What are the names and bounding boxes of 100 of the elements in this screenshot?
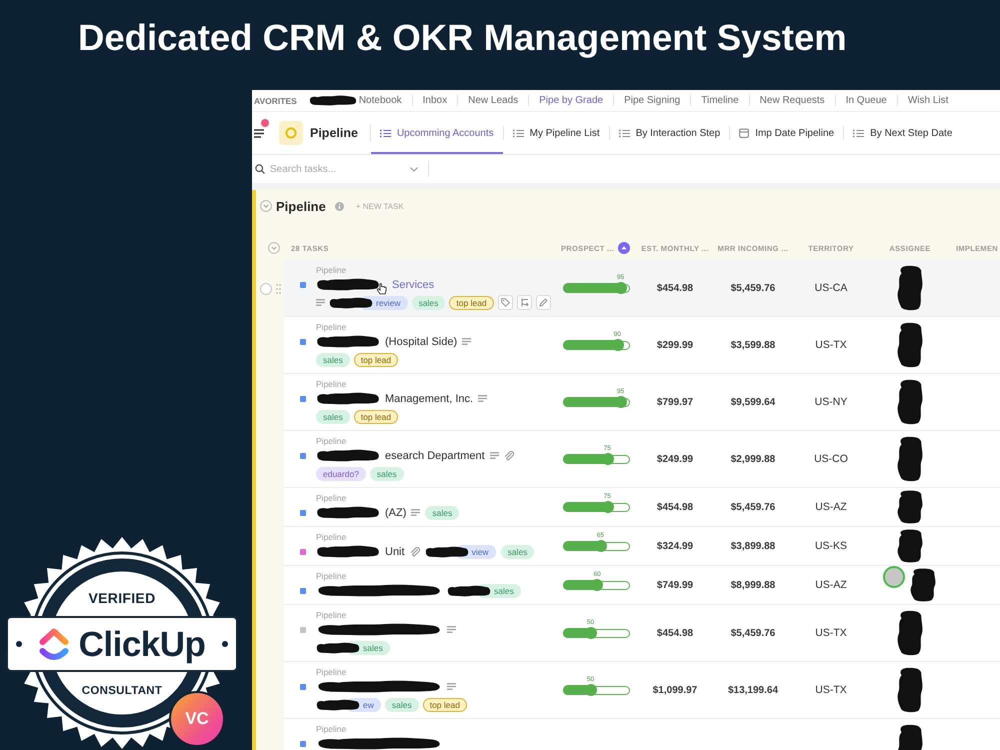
logo-icon — [38, 626, 69, 662]
tag[interactable]: top lead — [354, 352, 398, 366]
tag[interactable]: eduardo? — [316, 466, 366, 480]
page-title: Dedicated CRM & OKR Management System — [78, 18, 847, 58]
list-label: Pipeline — [315, 724, 346, 735]
slider-fill[interactable] — [562, 282, 628, 294]
table-cell: US-CA — [814, 282, 848, 294]
view-tab[interactable]: By Next Step Date — [844, 112, 962, 154]
task-name[interactable]: (AZ) — [385, 506, 406, 518]
table-cell: US-AZ — [815, 579, 847, 591]
slider-track[interactable] — [563, 284, 630, 292]
favorite-link[interactable]: Inbox — [412, 95, 458, 106]
table-cell: $324.99 — [656, 540, 694, 552]
slider-track[interactable] — [563, 454, 630, 464]
task-name[interactable]: esearch Department — [385, 450, 485, 462]
list-icon — [380, 128, 391, 138]
slider-fill[interactable] — [562, 540, 607, 552]
tag[interactable]: sales — [316, 352, 350, 366]
table-cell: $454.98 — [656, 502, 694, 512]
list-label: Pipeline — [315, 667, 346, 678]
slider-fill[interactable] — [562, 452, 614, 466]
list-label: Pipeline — [315, 493, 346, 504]
favorite-link[interactable]: New Leads — [457, 95, 528, 106]
slider-fill[interactable] — [562, 626, 596, 640]
task-name[interactable]: Management, Inc. — [385, 392, 474, 404]
view-tab[interactable]: Imp Date Pipeline — [730, 112, 844, 154]
table-cell: $2,999.88 — [730, 454, 776, 464]
list-title: Pipeline — [276, 198, 326, 214]
corner-badge: VC — [169, 691, 225, 747]
slider-track[interactable] — [563, 340, 630, 350]
search-icon — [255, 164, 265, 174]
calendar-icon — [739, 128, 750, 138]
collapse-icon[interactable] — [260, 200, 272, 212]
slider-fill[interactable] — [562, 338, 624, 352]
task-row[interactable]: Pipeline — [284, 719, 1000, 750]
ring-icon — [279, 121, 303, 145]
subtask-button[interactable] — [516, 295, 532, 310]
tag[interactable]: top lead — [449, 296, 494, 310]
tag[interactable]: top lead — [354, 410, 398, 424]
tag[interactable]: sales — [425, 506, 460, 520]
favorite-link[interactable]: New Requests — [748, 95, 835, 106]
list-icon — [853, 128, 864, 138]
favorite-link[interactable]: Pipe Signing — [613, 95, 690, 106]
tag[interactable]: sales — [316, 410, 350, 424]
favorites-label: AVORITES — [254, 96, 297, 106]
table-cell: US-CO — [814, 453, 848, 465]
edit-button[interactable] — [536, 295, 551, 310]
space-name: Pipeline — [310, 126, 358, 140]
table-cell: $3,599.88 — [730, 340, 776, 350]
tag[interactable]: sales — [500, 544, 534, 558]
hand-cursor-icon — [377, 282, 387, 294]
collapse-icon[interactable] — [268, 242, 280, 254]
table-cell: $1,099.97 — [652, 684, 698, 696]
table-cell: $5,459.76 — [730, 502, 776, 512]
favorite-link[interactable]: Pipe by Grade — [528, 95, 614, 106]
slider-track[interactable] — [563, 542, 630, 550]
tag[interactable]: sales — [370, 466, 404, 480]
favorite-link[interactable]: Wish List — [896, 95, 958, 106]
view-tab[interactable]: By Interaction Step — [610, 112, 730, 154]
search-field[interactable]: Search tasks... — [270, 161, 406, 177]
table-cell: $299.99 — [656, 340, 694, 350]
favorite-link[interactable]: Notebook — [308, 95, 412, 106]
slider-track[interactable] — [563, 502, 630, 512]
notification-dot-icon — [261, 119, 269, 127]
view-tab[interactable]: Upcomming Accounts — [370, 112, 503, 154]
tag[interactable]: sales — [412, 296, 446, 310]
list-label: Pipeline — [315, 436, 346, 447]
drag-handle-icon[interactable] — [276, 284, 281, 294]
sort-ascending-icon[interactable] — [618, 242, 630, 254]
tag[interactable]: sales — [384, 698, 419, 712]
list-icon — [618, 128, 630, 138]
task-name[interactable]: Unit — [385, 546, 405, 558]
slider-track[interactable] — [563, 686, 630, 694]
list-icon — [512, 128, 524, 138]
slider-track[interactable] — [563, 628, 630, 638]
favorite-link[interactable]: In Queue — [834, 95, 897, 106]
slider-fill[interactable] — [562, 578, 604, 592]
circle-icon[interactable] — [260, 282, 272, 294]
chevron-down-icon[interactable] — [410, 166, 418, 172]
table-cell: US-KS — [814, 540, 848, 552]
slider-fill[interactable] — [562, 500, 614, 514]
list-label: Pipeline — [315, 610, 346, 621]
table-cell: $8,999.88 — [730, 580, 776, 590]
add-tag-button[interactable] — [498, 295, 513, 310]
slider-fill[interactable] — [562, 684, 596, 696]
list-label: Pipeline — [315, 322, 346, 333]
menu-icon[interactable] — [254, 128, 264, 138]
table-cell: $9,599.64 — [730, 396, 776, 408]
task-name[interactable]: Services — [392, 278, 434, 290]
view-tab[interactable]: My Pipeline List — [504, 112, 609, 154]
slider-track[interactable] — [563, 580, 630, 590]
task-name[interactable]: (Hospital Side) — [385, 336, 458, 348]
pencil-icon — [538, 298, 548, 307]
favorite-link[interactable]: Timeline — [690, 95, 749, 106]
slider-fill[interactable] — [562, 396, 628, 408]
slider-track[interactable] — [563, 398, 630, 406]
tag[interactable]: top lead — [422, 698, 467, 712]
badge-top-text: VERIFIED — [88, 591, 156, 605]
table-cell: $13,199.64 — [728, 684, 778, 696]
table-cell: US-AZ — [815, 501, 847, 513]
